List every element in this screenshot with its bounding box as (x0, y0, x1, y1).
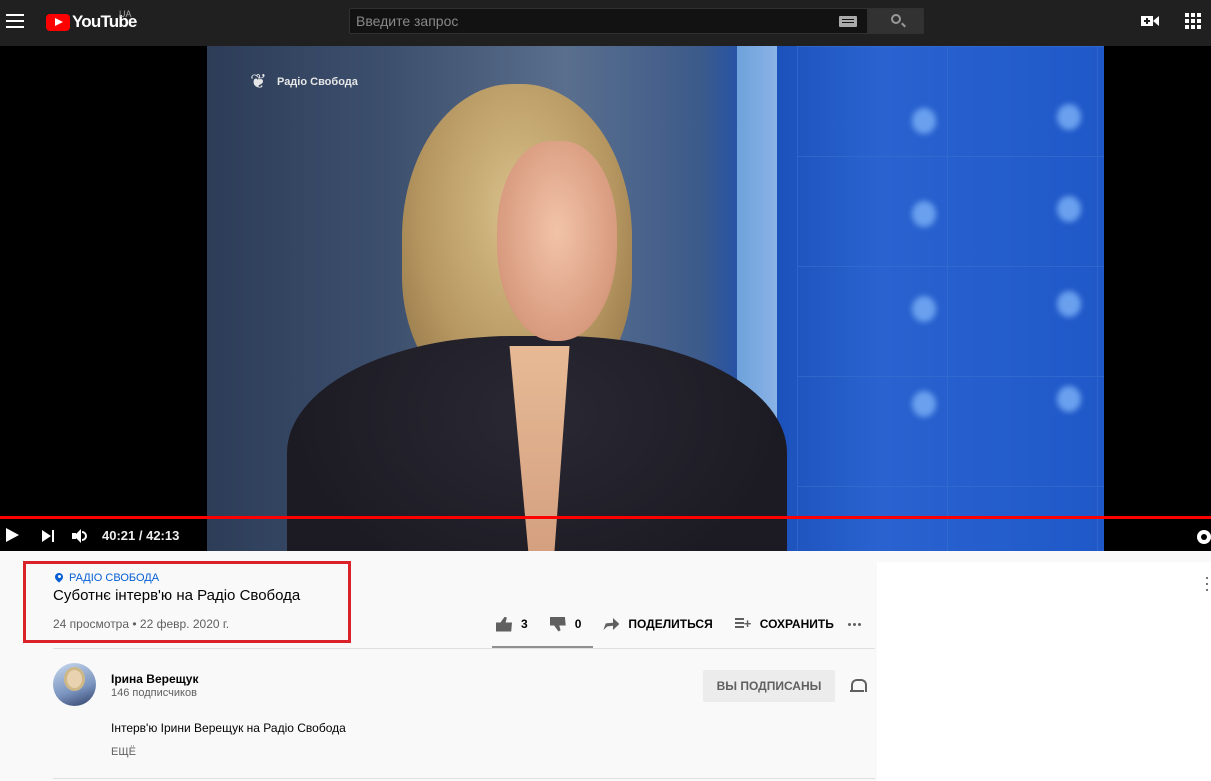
channel-owner-name[interactable]: Ірина Верещук (111, 672, 198, 686)
notification-bell-icon[interactable] (850, 678, 867, 694)
search-input[interactable] (350, 9, 867, 33)
top-bar: YouTube UA (0, 0, 1211, 46)
save-label: СОХРАНИТЬ (759, 617, 834, 631)
video-title: Суботнє інтерв'ю на Радіо Свобода (53, 587, 301, 604)
sidebar-panel (877, 562, 1211, 781)
player-controls: 40:21 / 42:13 (0, 520, 1211, 551)
keyboard-icon[interactable] (839, 16, 857, 27)
thumb-down-icon (549, 616, 566, 632)
youtube-logo[interactable]: YouTube UA (46, 9, 137, 32)
time-display: 40:21 / 42:13 (102, 528, 180, 543)
apps-grid-icon[interactable] (1185, 13, 1201, 29)
subscribed-button[interactable]: ВЫ ПОДПИСАНЫ (703, 670, 835, 702)
more-actions-icon[interactable] (847, 622, 861, 626)
presenter-face (497, 141, 617, 341)
bird-logo-icon: ❦ (250, 71, 267, 93)
channel-tag-label: РАДІО СВОБОДА (69, 572, 160, 584)
dislike-count: 0 (574, 617, 582, 631)
video-frame: ❦ Радіо Свобода (207, 46, 1104, 551)
logo-country-code: UA (119, 9, 132, 19)
location-pin-icon (55, 573, 63, 584)
share-label: ПОДЕЛИТЬСЯ (628, 617, 713, 631)
video-description: Інтерв'ю Ірини Верещук на Радіо Свобода (111, 721, 346, 735)
avatar[interactable] (53, 663, 96, 706)
show-more-button[interactable]: ЕЩЁ (111, 746, 136, 758)
share-button[interactable]: ПОДЕЛИТЬСЯ (603, 617, 713, 631)
radio-svoboda-watermark: ❦ Радіо Свобода (250, 71, 358, 93)
share-icon (603, 618, 620, 630)
subscriber-count: 146 подписчиков (111, 687, 197, 699)
search-box (349, 8, 868, 34)
action-bar: 3 0 ПОДЕЛИТЬСЯ СОХРАНИТЬ (496, 609, 861, 639)
like-button[interactable]: 3 (496, 616, 528, 632)
video-info: РАДІО СВОБОДА Суботнє інтерв'ю на Радіо … (0, 551, 877, 781)
video-meta: 24 просмотра • 22 февр. 2020 г. (53, 617, 230, 631)
divider (53, 648, 875, 649)
dislike-button[interactable]: 0 (549, 616, 582, 632)
like-count: 3 (521, 617, 528, 631)
youtube-play-icon (46, 13, 70, 31)
search-icon (891, 14, 901, 24)
menu-icon[interactable] (5, 11, 25, 31)
play-icon[interactable] (6, 528, 19, 542)
sidebar-more-icon[interactable] (1206, 577, 1209, 591)
save-button[interactable]: СОХРАНИТЬ (734, 616, 834, 631)
search-button[interactable] (868, 8, 924, 34)
next-icon[interactable] (42, 529, 56, 543)
create-video-icon[interactable] (1141, 13, 1159, 29)
progress-bar[interactable] (0, 516, 1211, 519)
channel-hashtag-link[interactable]: РАДІО СВОБОДА (55, 572, 159, 584)
thumb-up-icon (496, 616, 512, 632)
video-player[interactable]: ❦ Радіо Свобода 40:21 / 42:13 (0, 46, 1211, 551)
divider (53, 778, 875, 779)
playlist-add-icon (734, 616, 751, 631)
settings-gear-icon[interactable] (1197, 530, 1211, 544)
